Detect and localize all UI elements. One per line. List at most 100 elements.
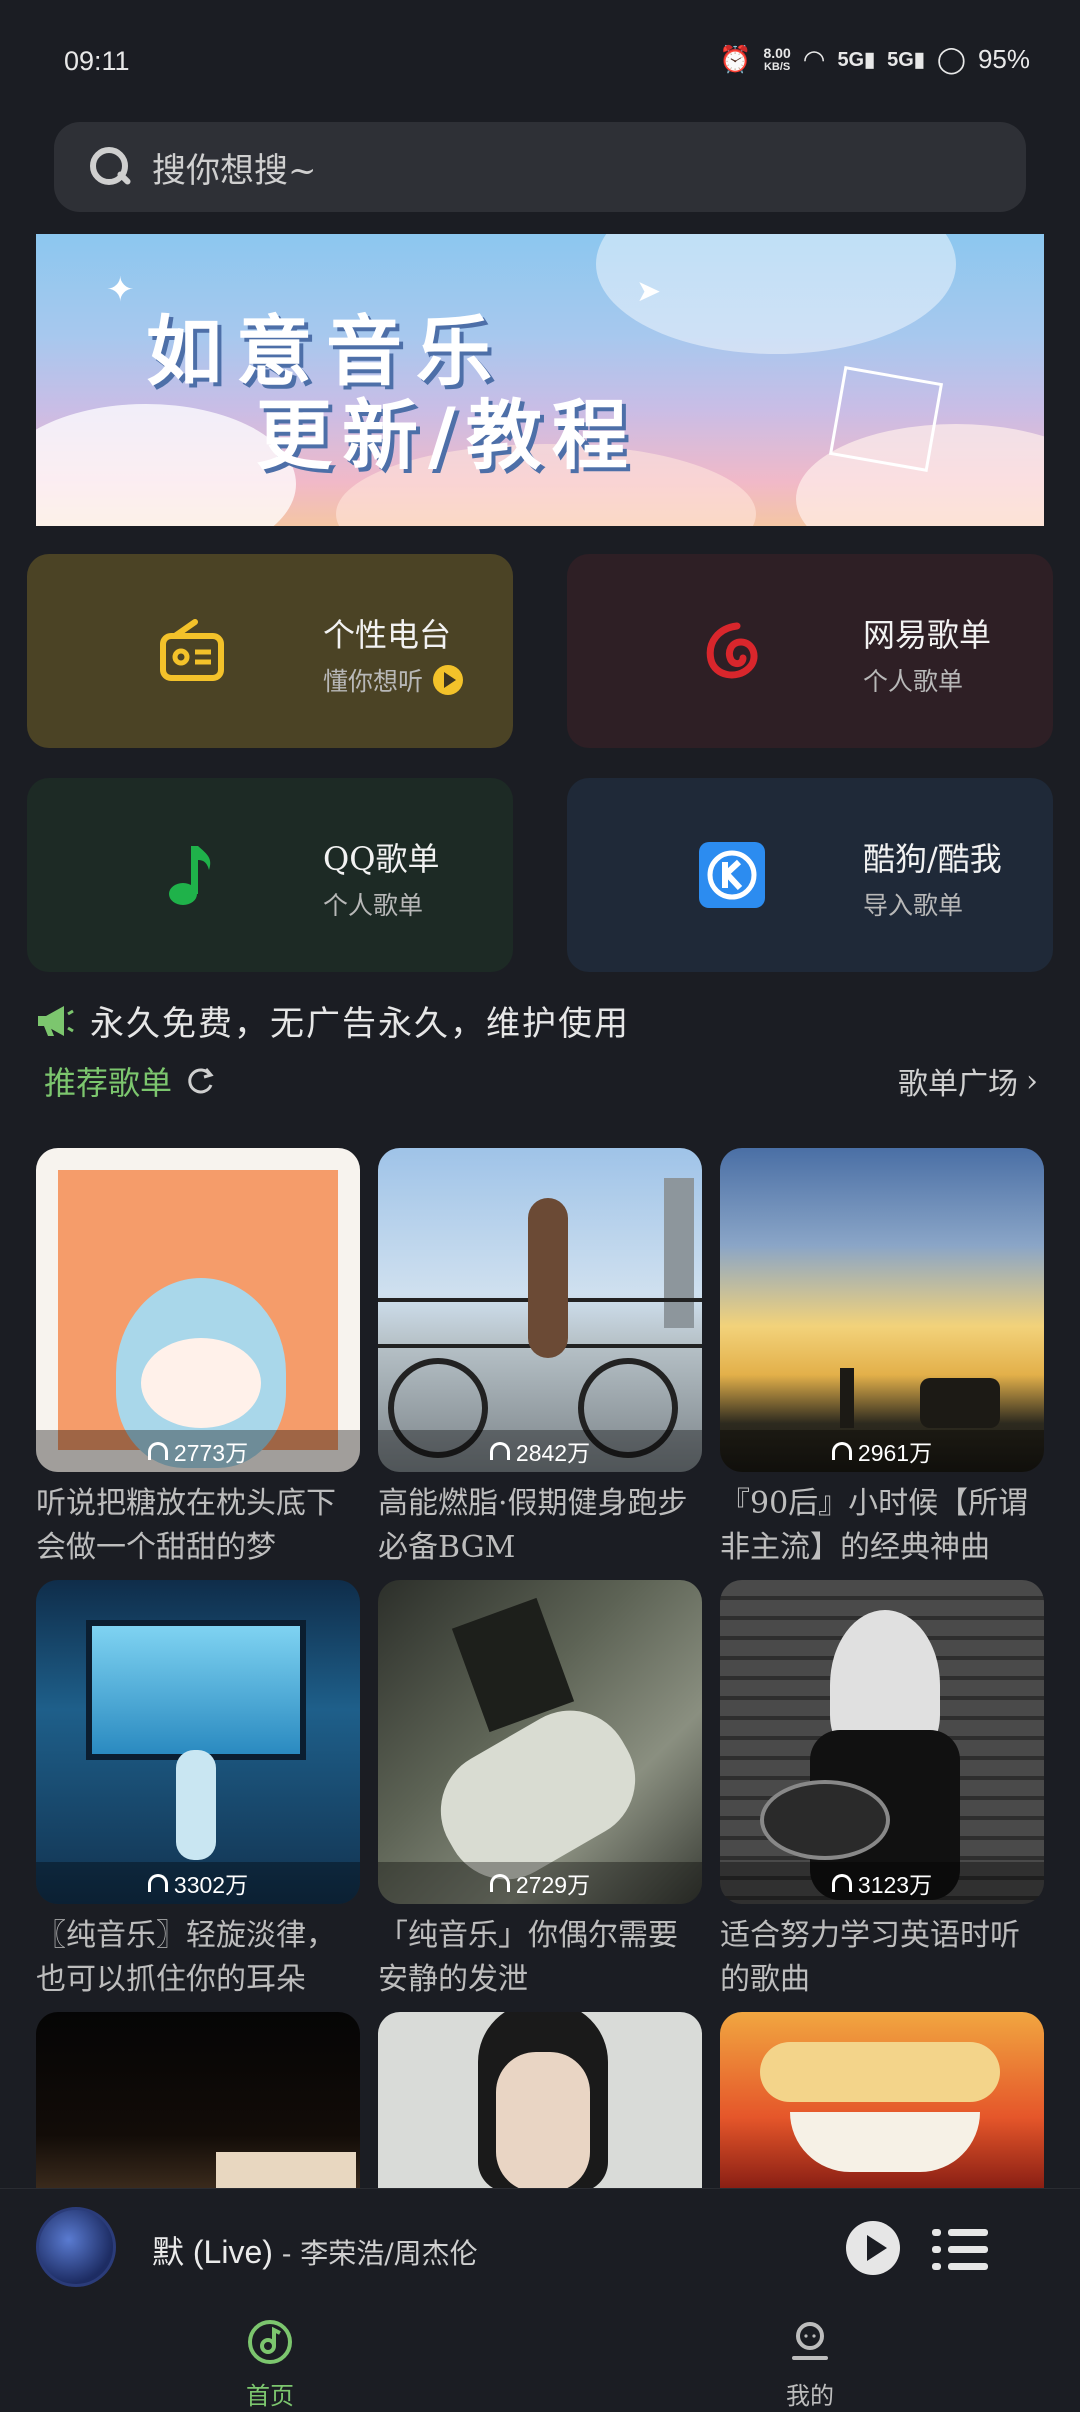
playlist-cover: 2729万 xyxy=(378,1580,702,1904)
card-personal-radio[interactable]: 个性电台 懂你想听 xyxy=(27,554,513,748)
status-icons: ⏰ 8.00 KB/S ◠ 5G▮ 5G▮ ◯ 95% xyxy=(719,44,1030,75)
play-count: 2961万 xyxy=(720,1430,1044,1472)
search-icon xyxy=(88,145,132,189)
tab-home[interactable]: 首页 xyxy=(170,2318,370,2411)
card-subtitle: 个人歌单 xyxy=(323,891,424,920)
cover-art xyxy=(528,1198,568,1358)
now-playing-info[interactable]: 默 (Live) - 李荣浩/周杰伦 xyxy=(152,2227,478,2273)
wifi-icon: ◠ xyxy=(802,44,826,74)
announcement: 永久免费，无广告永久，维护使用 xyxy=(36,996,630,1045)
status-time: 09:11 xyxy=(64,46,130,76)
paper-plane-icon: ➤ xyxy=(636,274,662,309)
announcement-text: 永久免费，无广告永久，维护使用 xyxy=(90,1004,630,1044)
status-bar: 09:11 ⏰ 8.00 KB/S ◠ 5G▮ 5G▮ ◯ 95% xyxy=(0,0,1080,120)
playlist-card[interactable] xyxy=(720,2012,1044,2188)
user-icon xyxy=(792,2322,828,2360)
netease-icon xyxy=(706,622,758,679)
playlist-title: 〖纯音乐〗轻旋淡律，也可以抓住你的耳朵 xyxy=(36,1918,336,1997)
cover-art xyxy=(840,1368,854,1428)
search-placeholder: 搜你想搜~ xyxy=(152,150,317,191)
playlist-title: 适合努力学习英语时听的歌曲 xyxy=(720,1918,1020,1997)
alarm-icon: ⏰ xyxy=(719,44,752,74)
playlist-title: 『90后』小时候【所谓非主流】的经典神曲 xyxy=(720,1486,1029,1565)
search-bar[interactable]: 搜你想搜~ xyxy=(54,122,1026,212)
playlist-card[interactable]: 3123万 适合努力学习英语时听的歌曲 xyxy=(720,1580,1044,2002)
music-disc-icon xyxy=(248,2320,292,2364)
card-kugou-kuwo[interactable]: 酷狗/酷我 导入歌单 xyxy=(567,778,1053,972)
cover-art xyxy=(216,2152,356,2188)
cover-art xyxy=(141,1338,261,1428)
bottom-tab-bar: 首页 我的 xyxy=(0,2312,1080,2412)
signal-icon: 5G▮ xyxy=(837,49,876,71)
battery-icon: ◯ xyxy=(936,44,966,74)
playlist-title: 「纯音乐」你偶尔需要安静的发泄 xyxy=(378,1918,678,1997)
playlist-title: 听说把糖放在枕头底下会做一个甜甜的梦 xyxy=(36,1486,336,1565)
play-circle-icon xyxy=(433,665,464,695)
recommend-header: 推荐歌单 歌单广场 › xyxy=(44,1058,1038,1104)
net-speed: 8.00 KB/S xyxy=(763,44,791,73)
playlist-card[interactable] xyxy=(378,2012,702,2188)
play-count: 2842万 xyxy=(378,1430,702,1472)
play-button[interactable] xyxy=(846,2221,900,2275)
card-subtitle: 导入歌单 xyxy=(863,891,964,920)
cover-art xyxy=(496,2052,590,2188)
playlist-cover xyxy=(720,2012,1044,2188)
cube-doodle xyxy=(828,366,944,472)
playlist-card[interactable]: 2729万 「纯音乐」你偶尔需要安静的发泄 xyxy=(378,1580,702,2002)
playlist-cover: 3302万 xyxy=(36,1580,360,1904)
cover-art xyxy=(920,1378,1000,1428)
refresh-icon[interactable] xyxy=(184,1065,216,1097)
megaphone-icon xyxy=(38,1005,74,1036)
playlist-title: 高能燃脂·假期健身跑步必备BGM xyxy=(378,1486,688,1565)
cover-art xyxy=(176,1750,216,1860)
battery-level: 95% xyxy=(977,44,1030,74)
chevron-right-icon: › xyxy=(1026,1063,1038,1099)
banner[interactable]: ✦ ➤ 如意音乐 更新/教程 xyxy=(36,234,1044,526)
playlist-square-link[interactable]: 歌单广场 › xyxy=(898,1059,1038,1103)
cover-art xyxy=(760,2042,1000,2102)
song-title: 默 (Live) xyxy=(152,2234,273,2270)
play-count: 3302万 xyxy=(36,1862,360,1904)
play-count: 2729万 xyxy=(378,1862,702,1904)
playlist-card[interactable]: 2773万 听说把糖放在枕头底下会做一个甜甜的梦 xyxy=(36,1148,360,1570)
card-subtitle: 懂你想听 xyxy=(323,662,464,698)
card-netease-playlist[interactable]: 网易歌单 个人歌单 xyxy=(567,554,1053,748)
headphone-icon xyxy=(489,1874,510,1892)
card-title: 个性电台 xyxy=(323,616,452,654)
kugou-icon xyxy=(699,842,765,908)
card-qq-playlist[interactable]: QQ歌单 个人歌单 xyxy=(27,778,513,972)
headphone-icon xyxy=(831,1874,852,1892)
cover-art xyxy=(86,1620,306,1760)
card-subtitle: 个人歌单 xyxy=(863,667,964,696)
playlist-cover: 3123万 xyxy=(720,1580,1044,1904)
playlist-cover: 2773万 xyxy=(36,1148,360,1472)
playlist-queue-icon[interactable] xyxy=(932,2227,988,2273)
playlist-card[interactable]: 2961万 『90后』小时候【所谓非主流】的经典神曲 xyxy=(720,1148,1044,1570)
card-title: 网易歌单 xyxy=(863,616,992,654)
song-artist: 李荣浩/周杰伦 xyxy=(300,2237,478,2270)
playlist-card[interactable]: 3302万 〖纯音乐〗轻旋淡律，也可以抓住你的耳朵 xyxy=(36,1580,360,2002)
headphone-icon xyxy=(147,1874,168,1892)
mini-player[interactable]: 默 (Live) - 李荣浩/周杰伦 xyxy=(0,2188,1080,2312)
section-title[interactable]: 推荐歌单 xyxy=(44,1058,216,1104)
card-title: 酷狗/酷我 xyxy=(863,840,1002,878)
card-title: QQ歌单 xyxy=(323,840,440,878)
playlist-cover xyxy=(36,2012,360,2188)
tab-mine[interactable]: 我的 xyxy=(710,2318,910,2411)
playlist-cover: 2961万 xyxy=(720,1148,1044,1472)
play-count: 3123万 xyxy=(720,1862,1044,1904)
cover-art xyxy=(760,1780,890,1860)
headphone-icon xyxy=(831,1442,852,1460)
headphone-icon xyxy=(489,1442,510,1460)
music-note-icon xyxy=(169,846,211,905)
now-playing-cover[interactable] xyxy=(36,2207,116,2287)
playlist-card[interactable]: 2842万 高能燃脂·假期健身跑步必备BGM xyxy=(378,1148,702,1570)
cover-art xyxy=(790,2112,980,2172)
playlist-card[interactable] xyxy=(36,2012,360,2188)
play-count: 2773万 xyxy=(36,1430,360,1472)
banner-line-2: 更新/教程 xyxy=(256,391,638,480)
headphone-icon xyxy=(147,1442,168,1460)
playlist-cover: 2842万 xyxy=(378,1148,702,1472)
radio-icon xyxy=(160,619,224,681)
playlist-cover xyxy=(378,2012,702,2188)
